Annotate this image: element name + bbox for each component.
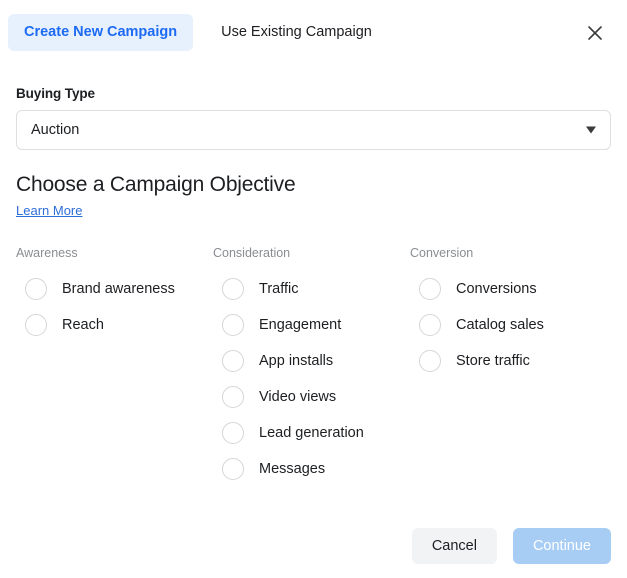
radio-circle-icon xyxy=(419,278,441,300)
radio-circle-icon xyxy=(25,314,47,336)
radio-option-label: Reach xyxy=(62,317,104,333)
radio-option-label: Messages xyxy=(259,461,325,477)
radio-option-label: Lead generation xyxy=(259,425,364,441)
radio-circle-icon xyxy=(25,278,47,300)
radio-option-engagement[interactable]: Engagement xyxy=(213,307,410,343)
radio-option-label: Conversions xyxy=(456,281,537,297)
column-header: Consideration xyxy=(213,246,410,261)
radio-option-label: Traffic xyxy=(259,281,298,297)
buying-type-label: Buying Type xyxy=(16,86,611,101)
radio-circle-icon xyxy=(222,350,244,372)
radio-option-label: Catalog sales xyxy=(456,317,544,333)
radio-option-label: Engagement xyxy=(259,317,341,333)
column-header: Awareness xyxy=(16,246,213,261)
radio-option-store-traffic[interactable]: Store traffic xyxy=(410,343,607,379)
radio-circle-icon xyxy=(222,422,244,444)
radio-circle-icon xyxy=(419,314,441,336)
cancel-button[interactable]: Cancel xyxy=(412,528,497,564)
radio-option-app-installs[interactable]: App installs xyxy=(213,343,410,379)
learn-more-link[interactable]: Learn More xyxy=(16,203,82,218)
radio-option-catalog-sales[interactable]: Catalog sales xyxy=(410,307,607,343)
radio-option-label: Brand awareness xyxy=(62,281,175,297)
radio-option-label: App installs xyxy=(259,353,333,369)
radio-option-video-views[interactable]: Video views xyxy=(213,379,410,415)
dialog-content: Buying Type Auction Choose a Campaign Ob… xyxy=(0,86,627,487)
radio-option-label: Store traffic xyxy=(456,353,530,369)
radio-option-traffic[interactable]: Traffic xyxy=(213,271,410,307)
objective-column-consideration: Consideration Traffic Engagement App ins… xyxy=(213,246,410,487)
buying-type-value: Auction xyxy=(17,122,79,138)
continue-button[interactable]: Continue xyxy=(513,528,611,564)
radio-option-conversions[interactable]: Conversions xyxy=(410,271,607,307)
column-header: Conversion xyxy=(410,246,607,261)
objective-column-conversion: Conversion Conversions Catalog sales Sto… xyxy=(410,246,607,487)
tab-bar: Create New Campaign Use Existing Campaig… xyxy=(0,0,627,48)
buying-type-select[interactable]: Auction xyxy=(16,110,611,150)
radio-circle-icon xyxy=(222,314,244,336)
chevron-down-icon xyxy=(586,127,596,134)
dialog-footer: Cancel Continue xyxy=(0,514,627,578)
radio-option-messages[interactable]: Messages xyxy=(213,451,410,487)
tab-use-existing-campaign[interactable]: Use Existing Campaign xyxy=(205,14,388,51)
radio-circle-icon xyxy=(222,278,244,300)
radio-option-label: Video views xyxy=(259,389,336,405)
tab-create-new-campaign[interactable]: Create New Campaign xyxy=(8,14,193,51)
radio-circle-icon xyxy=(419,350,441,372)
objective-columns: Awareness Brand awareness Reach Consider… xyxy=(16,246,611,487)
radio-circle-icon xyxy=(222,458,244,480)
radio-circle-icon xyxy=(222,386,244,408)
close-button[interactable] xyxy=(582,20,608,46)
page-title: Choose a Campaign Objective xyxy=(16,172,611,197)
radio-option-lead-generation[interactable]: Lead generation xyxy=(213,415,410,451)
radio-option-brand-awareness[interactable]: Brand awareness xyxy=(16,271,213,307)
objective-column-awareness: Awareness Brand awareness Reach xyxy=(16,246,213,487)
radio-option-reach[interactable]: Reach xyxy=(16,307,213,343)
close-icon xyxy=(587,25,603,41)
